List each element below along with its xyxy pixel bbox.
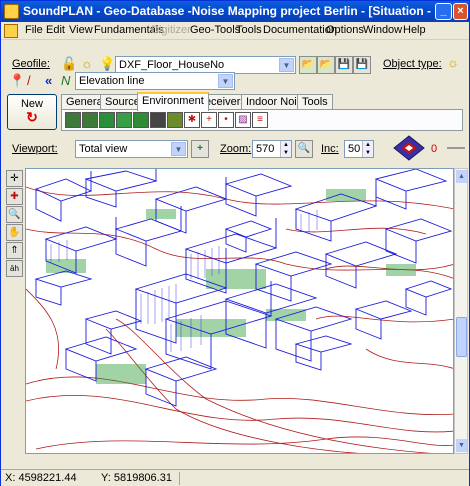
open-folder-icon[interactable]: 📂 — [317, 56, 335, 74]
title-bar: SoundPLAN - Geo-Database -Noise Mapping … — [1, 1, 469, 22]
pencil-icon[interactable]: / — [27, 74, 31, 88]
sun-icon[interactable]: ☼ — [447, 56, 459, 70]
terrain-icon[interactable] — [99, 112, 115, 128]
geofile-label: Geofile: — [12, 58, 50, 70]
app-icon — [4, 4, 19, 19]
lock-icon[interactable]: 🔓 — [61, 57, 77, 71]
symbol-icon[interactable]: + — [201, 112, 217, 128]
object-type-label: Object type: — [383, 58, 442, 70]
terrain-icon[interactable] — [116, 112, 132, 128]
point-icon[interactable]: ✱ — [184, 112, 200, 128]
stripes-icon[interactable]: ≡ — [252, 112, 268, 128]
menu-help[interactable]: Help — [403, 24, 426, 36]
rotation-slider[interactable] — [447, 147, 465, 149]
navigation-diamond-icon[interactable] — [393, 135, 425, 161]
new-button[interactable]: New ↻ — [7, 94, 57, 130]
tab-environment[interactable]: Environment — [137, 92, 209, 111]
refresh-icon: ↻ — [26, 109, 38, 125]
terrain-icon[interactable] — [133, 112, 149, 128]
application-window: SoundPLAN - Geo-Database -Noise Mapping … — [0, 0, 470, 486]
element-select[interactable]: Elevation line ▼ — [75, 72, 235, 90]
map-vertical-scrollbar[interactable]: ▲ ▼ — [454, 168, 468, 454]
sun-icon[interactable]: ☼ — [81, 57, 93, 71]
window-title: SoundPLAN - Geo-Database -Noise Mapping … — [23, 4, 431, 18]
chevron-down-icon[interactable]: ▼ — [171, 142, 186, 156]
menu-options[interactable]: Options — [326, 24, 364, 36]
save-as-icon[interactable]: 💾 — [353, 56, 371, 74]
crosshair-icon[interactable]: ✚ — [6, 188, 23, 205]
lightbulb-icon[interactable]: 💡 — [99, 57, 115, 71]
select-tool-icon[interactable]: ✛ — [6, 170, 23, 187]
menu-file[interactable]: File — [25, 24, 43, 36]
layer-up-icon[interactable]: ⇑ — [6, 242, 23, 259]
viewport-select[interactable]: Total view ▼ — [75, 140, 188, 158]
menu-geo-tools[interactable]: Geo-Tools — [190, 24, 240, 36]
scroll-down-icon[interactable]: ▼ — [456, 439, 467, 452]
hatch-icon[interactable]: ▨ — [235, 112, 251, 128]
green-areas — [46, 189, 416, 384]
zoom-label: Zoom: — [220, 143, 252, 155]
status-divider — [179, 472, 180, 485]
status-bar: X: 4598221.44 Y: 5819806.31 — [1, 469, 469, 486]
menu-edit[interactable]: Edit — [46, 24, 65, 36]
wall-icon[interactable] — [150, 112, 166, 128]
building-icon[interactable] — [65, 112, 81, 128]
menu-digitizer: Digitizer — [151, 24, 191, 36]
open-geofile-icon[interactable]: 📂 — [299, 56, 317, 74]
status-x-coordinate: X: 4598221.44 — [5, 472, 77, 484]
inc-label: Inc: — [321, 143, 339, 155]
zoom-input[interactable]: 570 ▲ ▼ — [252, 140, 292, 158]
geofile-value: DXF_Floor_HouseNo — [119, 59, 225, 71]
spinner-icon[interactable]: ▲ ▼ — [362, 141, 373, 157]
rotation-value: 0 — [431, 143, 438, 155]
save-icon[interactable]: 💾 — [335, 56, 353, 74]
inc-value: 50 — [348, 143, 361, 155]
line-tool-icon[interactable]: N — [61, 74, 70, 88]
text-height-icon[interactable]: āh — [6, 260, 23, 277]
spinner-icon[interactable]: ▲ ▼ — [280, 141, 291, 157]
menu-tools[interactable]: Tools — [236, 24, 262, 36]
viewport-label: Viewport: — [12, 143, 58, 155]
city-map-drawing — [26, 169, 453, 453]
building-icon[interactable] — [82, 112, 98, 128]
zoom-document-icon[interactable]: 🔍 — [295, 140, 313, 158]
viewport-value: Total view — [79, 143, 128, 155]
tab-tools[interactable]: Tools — [297, 94, 333, 110]
status-y-coordinate: Y: 5819806.31 — [101, 472, 172, 484]
element-value: Elevation line — [79, 75, 145, 87]
pan-hand-icon[interactable]: ✋ — [6, 224, 23, 241]
menu-view[interactable]: View — [69, 24, 93, 36]
add-viewport-icon[interactable]: + — [191, 140, 209, 158]
map-canvas[interactable] — [25, 168, 454, 454]
minimize-button[interactable]: _ — [435, 3, 452, 20]
menu-window[interactable]: Window — [363, 24, 402, 36]
area-icon[interactable] — [167, 112, 183, 128]
inc-input[interactable]: 50 ▲ ▼ — [344, 140, 374, 158]
chevron-down-icon[interactable]: ▼ — [279, 58, 294, 72]
dot-icon[interactable]: • — [218, 112, 234, 128]
scroll-up-icon[interactable]: ▲ — [456, 170, 467, 183]
menu-bar: File Edit View Fundamentals Digitizer Ge… — [1, 22, 469, 40]
zoom-value: 570 — [256, 143, 275, 155]
pin-icon[interactable]: 📍 — [9, 74, 25, 88]
double-chevron-left-icon[interactable]: « — [45, 74, 52, 88]
zoom-icon[interactable]: 🔍 — [6, 206, 23, 223]
chevron-down-icon[interactable]: ▼ — [218, 74, 233, 88]
scrollbar-thumb[interactable] — [456, 317, 467, 357]
close-button[interactable]: × — [453, 3, 468, 20]
environment-toolbar: ✱ + • ▨ ≡ — [61, 109, 463, 131]
document-icon — [4, 24, 18, 38]
